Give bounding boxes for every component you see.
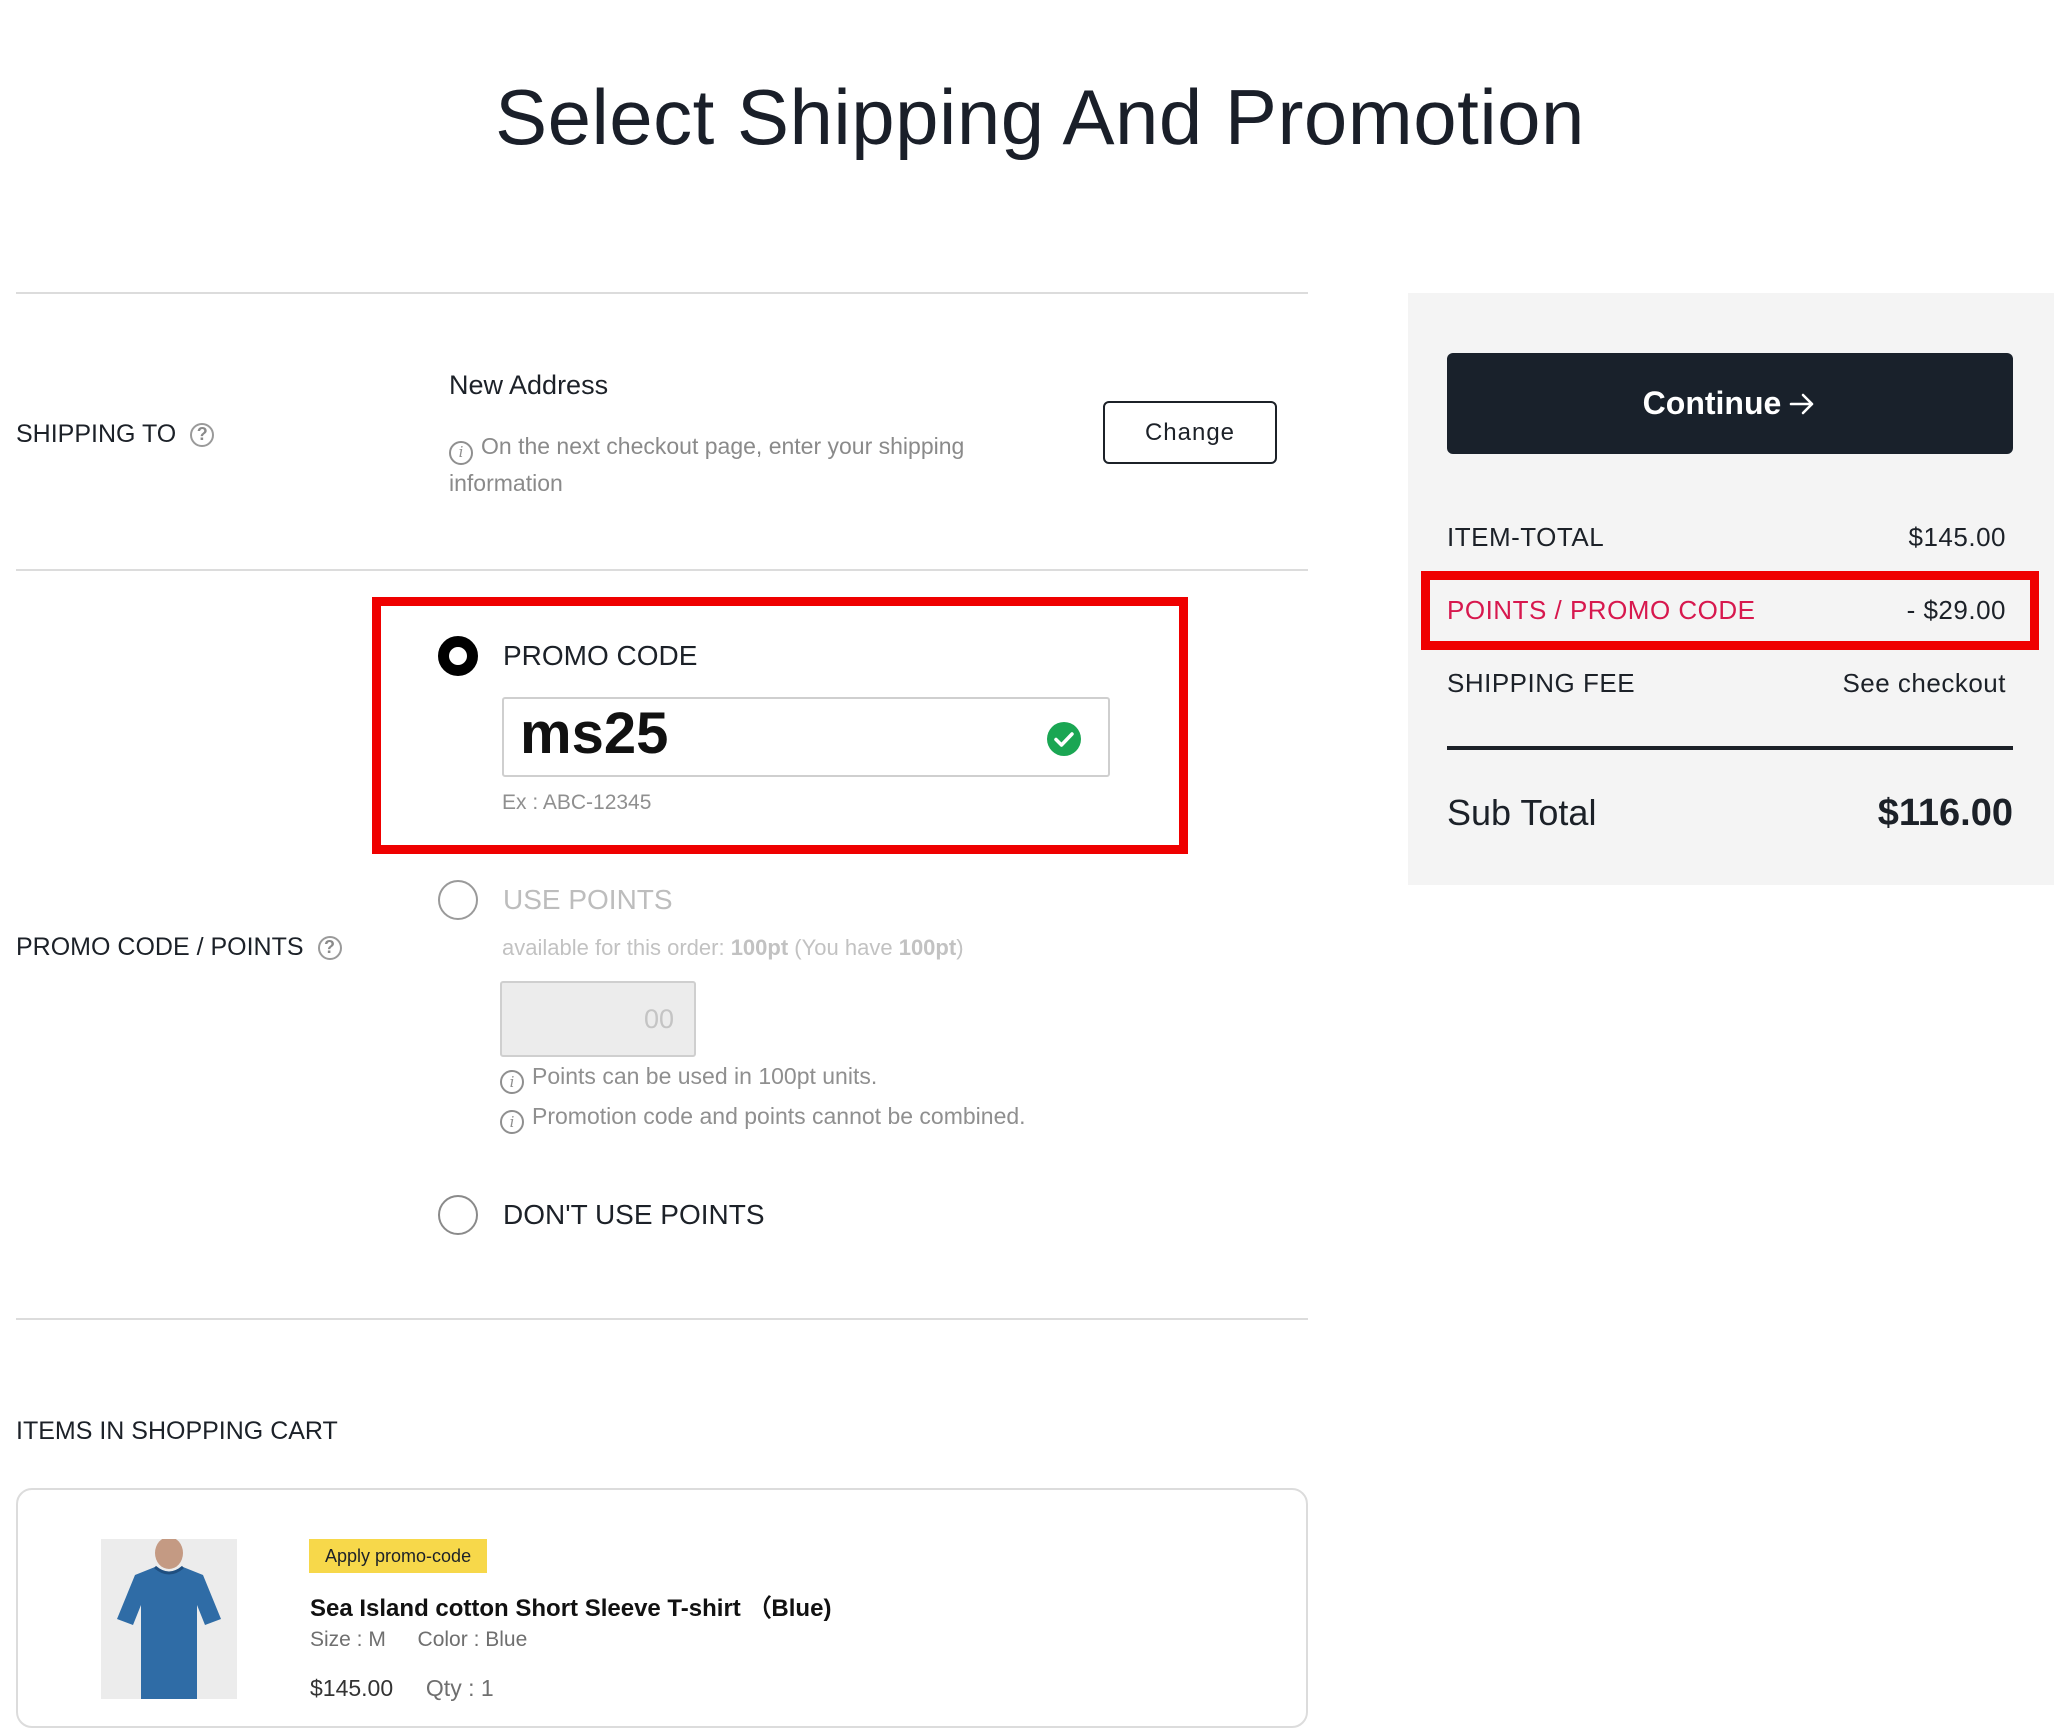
- shipping-to-text: SHIPPING TO: [16, 420, 177, 448]
- promo-discount-row: POINTS / PROMO CODE - $29.00: [1447, 595, 2006, 626]
- product-size: Size : M: [310, 1628, 386, 1651]
- item-total-label: ITEM-TOTAL: [1447, 522, 1605, 552]
- promo-code-label[interactable]: PROMO CODE: [503, 640, 697, 672]
- shipping-fee-label: SHIPPING FEE: [1447, 668, 1636, 698]
- subtotal-label: Sub Total: [1447, 792, 1597, 833]
- promo-code-hint: Ex : ABC-12345: [502, 791, 652, 814]
- promo-points-label: PROMO CODE / POINTS ?: [16, 933, 342, 962]
- change-address-button[interactable]: Change: [1103, 401, 1277, 464]
- address-title: New Address: [449, 370, 609, 400]
- product-price: $145.00: [310, 1675, 394, 1701]
- dont-use-points-label[interactable]: DON'T USE POINTS: [503, 1199, 765, 1231]
- cart-section-label: ITEMS IN SHOPPING CART: [16, 1417, 338, 1445]
- product-qty: Qty : 1: [425, 1675, 494, 1701]
- shipping-fee-row: SHIPPING FEE See checkout: [1447, 668, 2006, 699]
- product-image[interactable]: [101, 1539, 237, 1699]
- help-circle-icon[interactable]: ?: [190, 422, 215, 447]
- info-icon: i: [500, 1070, 524, 1094]
- continue-button[interactable]: Continue: [1447, 353, 2013, 454]
- shipping-note: i On the next checkout page, enter your s…: [449, 428, 1049, 502]
- info-icon: i: [500, 1110, 524, 1134]
- product-name[interactable]: Sea Island cotton Short Sleeve T-shirt （…: [310, 1588, 831, 1623]
- use-points-radio[interactable]: [438, 880, 478, 920]
- check-circle-icon: [1047, 722, 1081, 756]
- dont-use-points-radio[interactable]: [438, 1195, 478, 1235]
- item-total-value: $145.00: [1908, 522, 2006, 552]
- use-points-label[interactable]: USE POINTS: [503, 884, 673, 916]
- help-circle-icon[interactable]: ?: [317, 935, 342, 960]
- points-note-combined: i Promotion code and points cannot be com…: [500, 1103, 1026, 1134]
- you-have-value: 100pt: [898, 935, 957, 960]
- promo-discount-value: - $29.00: [1906, 595, 2006, 625]
- product-price-row: $145.00 Qty : 1: [310, 1675, 494, 1702]
- promo-code-radio[interactable]: [438, 636, 478, 676]
- points-availability: available for this order: 100pt (You hav…: [502, 935, 964, 961]
- product-attributes: Size : M Color : Blue: [310, 1628, 527, 1652]
- points-note-combined-text: Promotion code and points cannot be comb…: [532, 1103, 1026, 1129]
- product-color: Color : Blue: [417, 1628, 528, 1651]
- points-input[interactable]: 00: [500, 981, 696, 1057]
- subtotal-value: $116.00: [1877, 792, 2013, 834]
- info-icon: i: [449, 440, 473, 465]
- divider: [16, 292, 1308, 294]
- subtotal-row: Sub Total $116.00: [1447, 792, 2013, 835]
- promo-points-text: PROMO CODE / POINTS: [16, 933, 304, 961]
- divider: [16, 569, 1308, 571]
- you-have-prefix: (You have: [794, 935, 893, 960]
- apply-promo-badge: Apply promo-code: [309, 1539, 488, 1573]
- shipping-to-label: SHIPPING TO ?: [16, 420, 215, 449]
- available-value: 100pt: [730, 935, 789, 960]
- summary-divider: [1447, 746, 2013, 750]
- points-note-units-text: Points can be used in 100pt units.: [532, 1063, 878, 1089]
- shipping-fee-value: See checkout: [1842, 668, 2006, 698]
- promo-discount-label: POINTS / PROMO CODE: [1447, 595, 1756, 625]
- item-total-row: ITEM-TOTAL $145.00: [1447, 522, 2006, 553]
- promo-code-value[interactable]: ms25: [520, 700, 668, 767]
- shipping-note-line1: On the next checkout page, enter your sh…: [481, 433, 965, 459]
- points-note-units: i Points can be used in 100pt units.: [500, 1063, 877, 1094]
- continue-label: Continue: [1642, 385, 1782, 421]
- divider: [16, 1318, 1308, 1320]
- arrow-right-icon: [1790, 393, 1814, 414]
- available-prefix: available for this order:: [502, 935, 725, 960]
- you-have-suffix: ): [956, 935, 964, 960]
- tshirt-photo-icon: [101, 1539, 237, 1699]
- page-title: Select Shipping And Promotion: [495, 73, 1585, 161]
- shipping-note-line2: information: [449, 470, 563, 496]
